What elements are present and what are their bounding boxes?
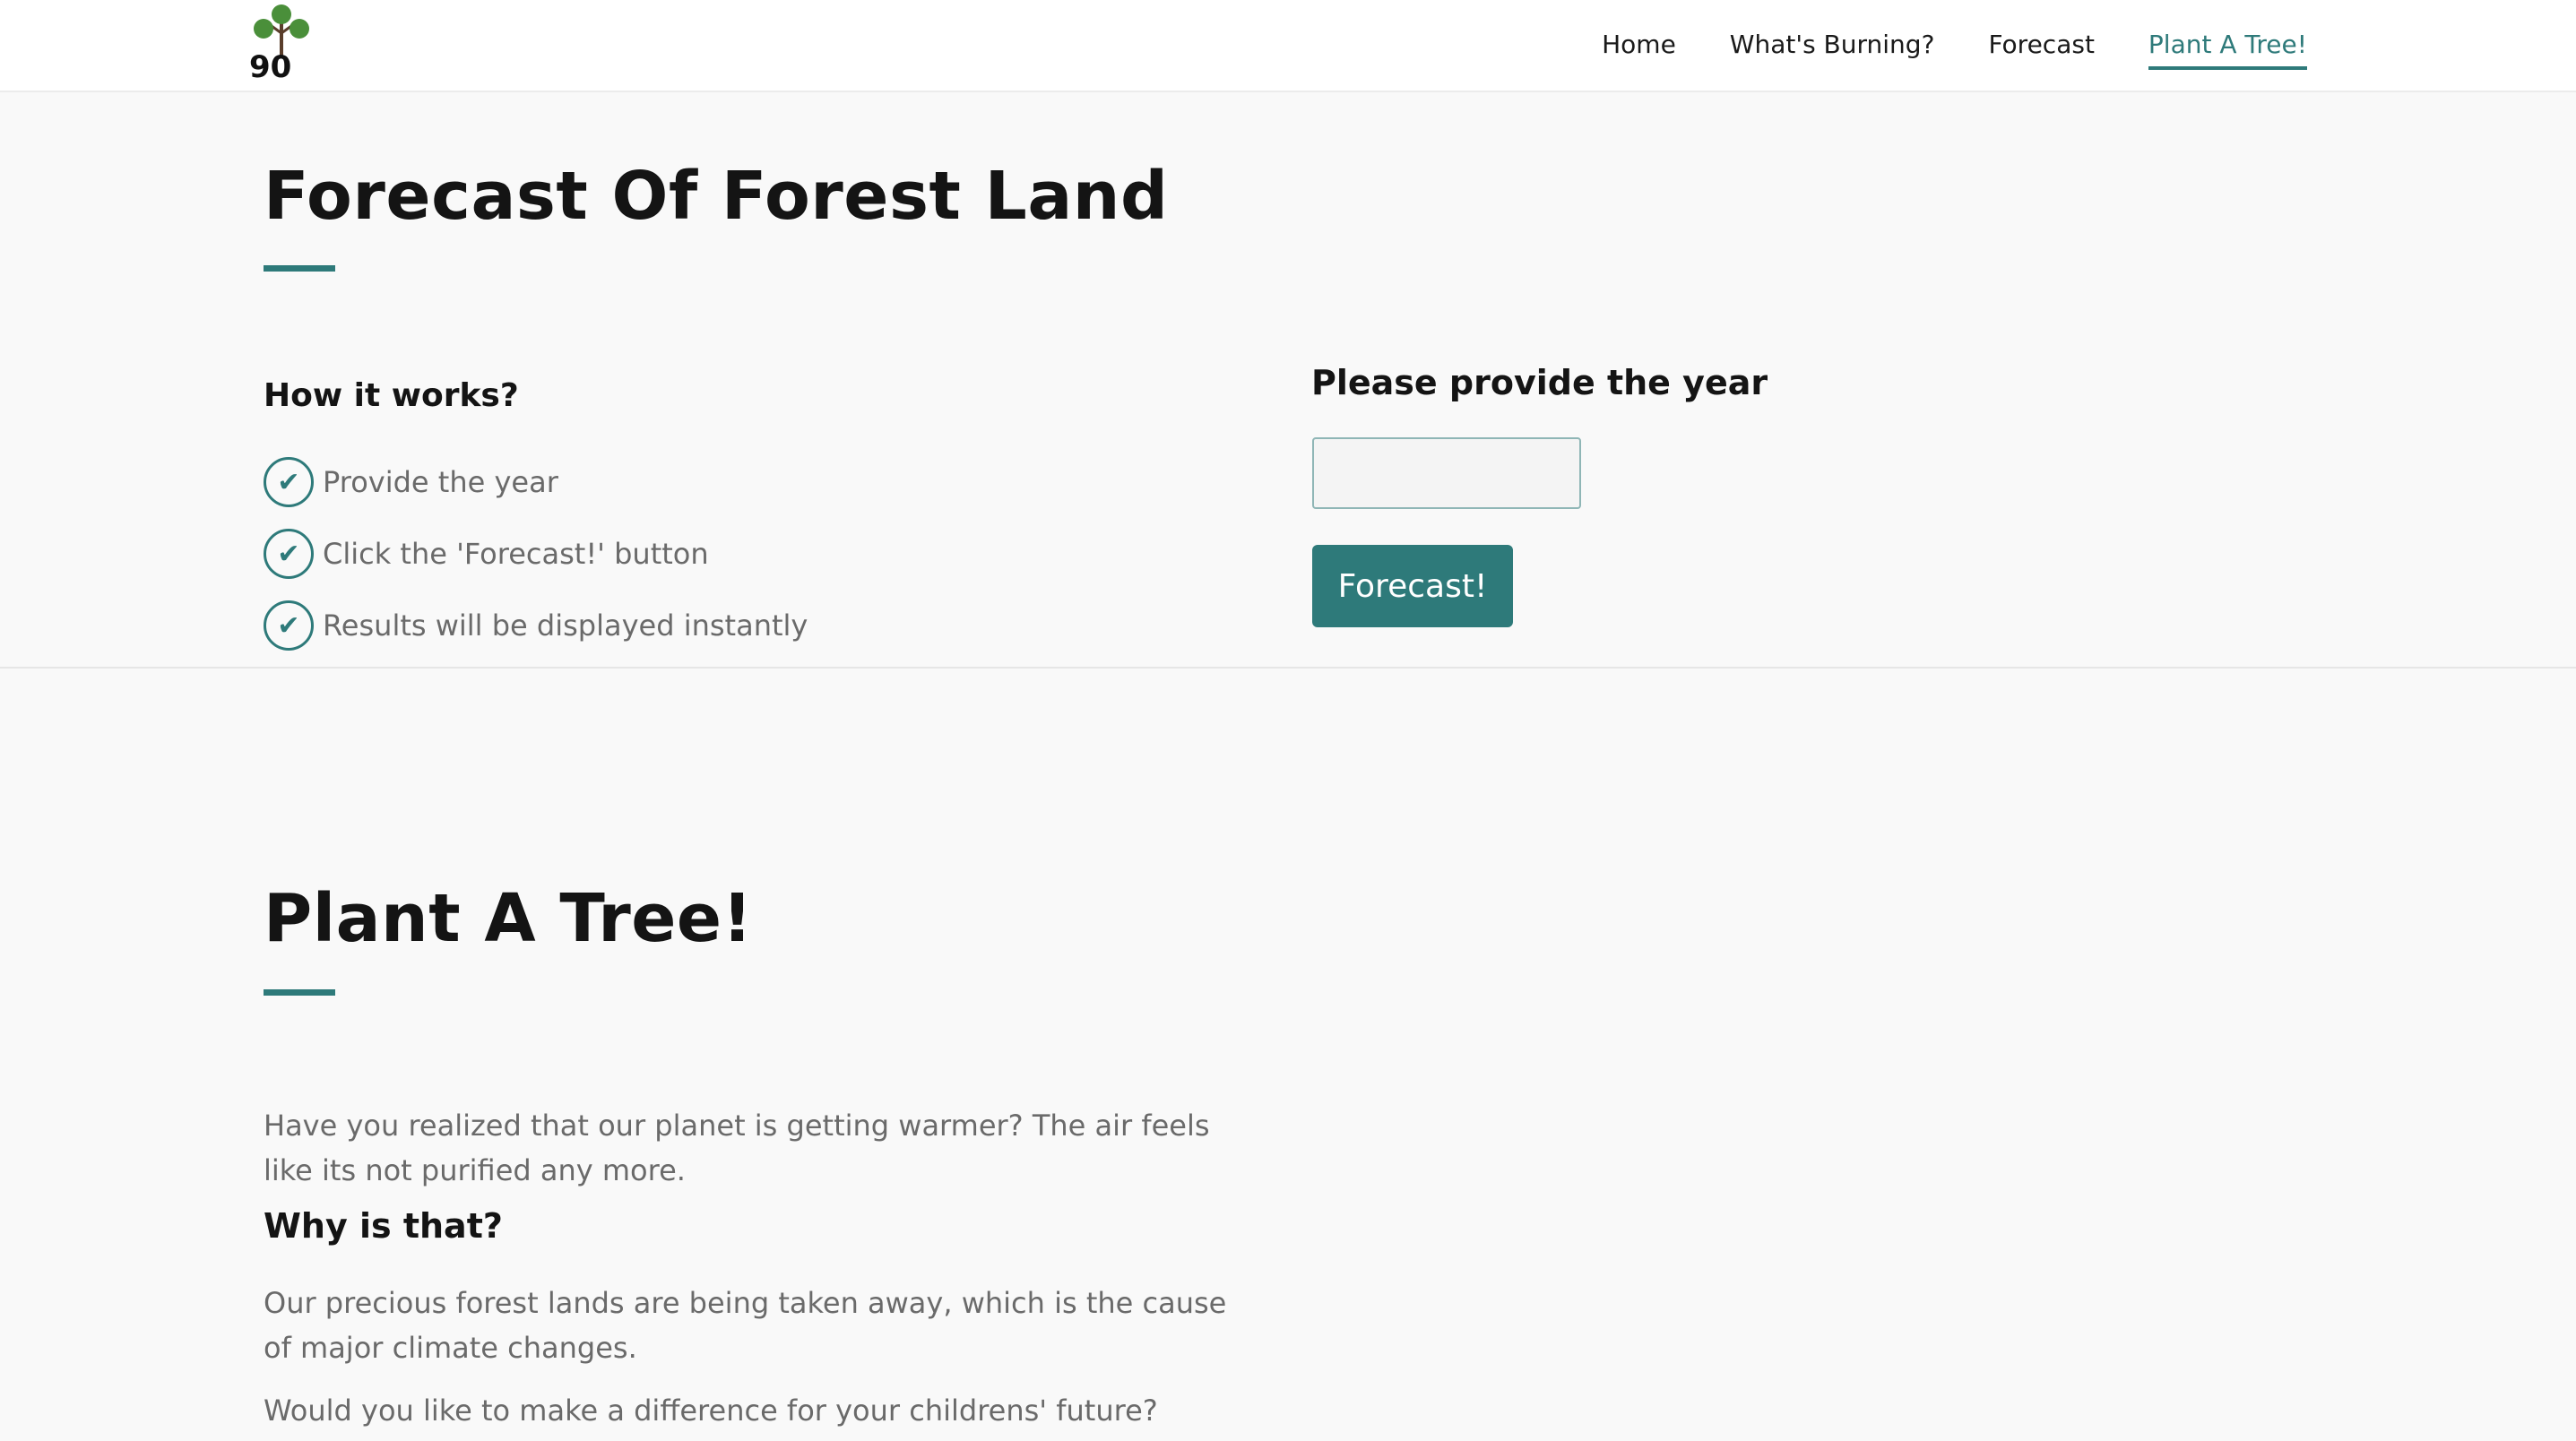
check-icon: ✔ (264, 529, 314, 579)
step-item: ✔ Click the 'Forecast!' button (264, 518, 808, 590)
nav-whats-burning[interactable]: What's Burning? (1730, 22, 1935, 70)
plant-tree-title: Plant A Tree! (264, 880, 753, 957)
logo-text: 90 (249, 49, 291, 81)
step-text: Results will be displayed instantly (323, 608, 808, 643)
logo-icon[interactable]: 90 (246, 2, 317, 81)
year-prompt-heading: Please provide the year (1311, 363, 1768, 402)
step-item: ✔ Provide the year (264, 446, 808, 518)
year-input[interactable] (1312, 437, 1581, 509)
question-paragraph: Would you like to make a difference for … (264, 1394, 1158, 1428)
how-it-works-heading: How it works? (264, 377, 519, 414)
step-text: Click the 'Forecast!' button (323, 537, 709, 571)
plant-tree-section: Plant A Tree! Have you realized that our… (0, 669, 2576, 1441)
nav-plant-a-tree[interactable]: Plant A Tree! (2148, 22, 2307, 70)
nav-forecast[interactable]: Forecast (1988, 22, 2094, 70)
step-text: Provide the year (323, 465, 558, 499)
step-item: ✔ Results will be displayed instantly (264, 590, 808, 661)
check-icon: ✔ (264, 457, 314, 507)
check-icon: ✔ (264, 600, 314, 651)
site-header: 90 Home What's Burning? Forecast Plant A… (0, 0, 2576, 92)
main-nav: Home What's Burning? Forecast Plant A Tr… (1548, 0, 2307, 92)
steps-list: ✔ Provide the year ✔ Click the 'Forecast… (264, 446, 808, 661)
cause-paragraph: Our precious forest lands are being take… (264, 1286, 1227, 1365)
forecast-title: Forecast Of Forest Land (264, 158, 1169, 235)
title-underline (264, 989, 335, 996)
why-heading: Why is that? (264, 1206, 503, 1246)
title-underline (264, 265, 335, 272)
nav-home[interactable]: Home (1602, 22, 1676, 70)
intro-paragraph: Have you realized that our planet is get… (264, 1109, 1210, 1187)
forecast-section: Forecast Of Forest Land How it works? ✔ … (0, 92, 2576, 669)
forecast-button[interactable]: Forecast! (1312, 545, 1513, 627)
